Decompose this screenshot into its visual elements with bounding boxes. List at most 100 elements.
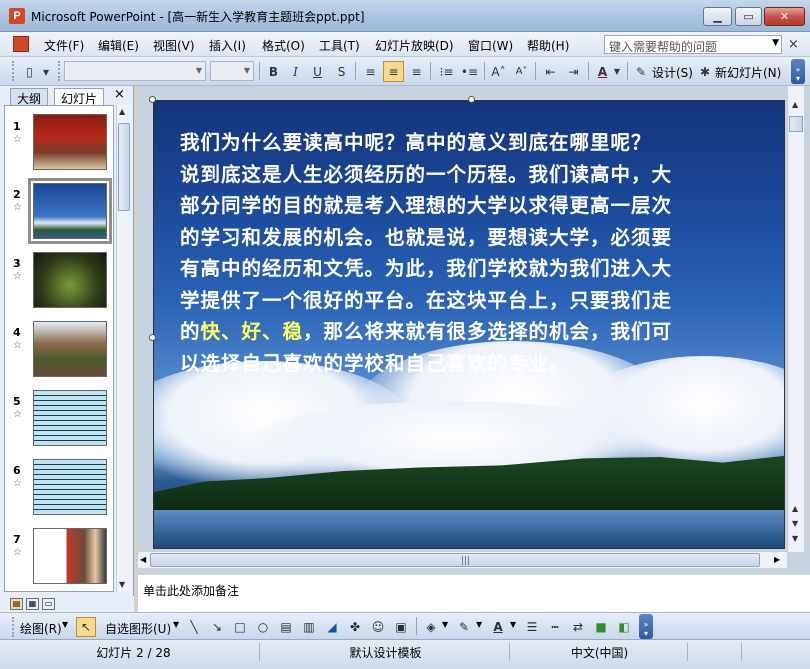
tab-outline[interactable]: 大纲 — [10, 88, 49, 106]
vertical-textbox-icon[interactable]: ▥ — [299, 617, 319, 637]
slide-thumbnail[interactable] — [33, 459, 107, 515]
clipart-icon[interactable]: ☺ — [368, 617, 388, 637]
underline-icon[interactable]: U — [307, 61, 328, 82]
scroll-right-icon[interactable]: ▶ — [774, 555, 780, 564]
slideshow-icon[interactable]: ▭ — [42, 598, 55, 610]
chevron-down-icon[interactable]: ▼ — [510, 620, 516, 629]
increase-font-icon[interactable]: A˄ — [488, 61, 509, 82]
textbox-tool-icon[interactable]: ▤ — [276, 617, 296, 637]
rectangle-tool-icon[interactable]: □ — [230, 617, 250, 637]
resize-handle[interactable] — [468, 96, 475, 103]
minimize-button[interactable]: ▁ — [703, 7, 732, 26]
menu-view[interactable]: 视图(V) — [153, 37, 195, 54]
arrow-style-icon[interactable]: ⇄ — [568, 617, 588, 637]
next-slide-icon[interactable]: ▼ — [792, 534, 798, 543]
font-size-combo[interactable]: ▼ — [210, 61, 254, 81]
align-right-icon[interactable]: ≡ — [406, 61, 427, 82]
shadow-style-icon[interactable]: ■ — [591, 617, 611, 637]
chevron-down-icon[interactable]: ▼ — [241, 62, 253, 80]
menu-tools[interactable]: 工具(T) — [319, 37, 360, 54]
toolbar-options-icon[interactable]: » ▾ — [791, 59, 805, 84]
line-tool-icon[interactable]: ╲ — [184, 617, 204, 637]
thumbnail-scrollbar[interactable]: ▲ ▼ — [116, 105, 131, 592]
picture-icon[interactable]: ▣ — [391, 617, 411, 637]
document-icon[interactable] — [13, 36, 29, 52]
resize-handle[interactable] — [149, 96, 156, 103]
notes-placeholder[interactable]: 单击此处添加备注 — [143, 582, 239, 599]
fill-color-icon[interactable]: ◈ — [421, 617, 441, 637]
new-slide-button[interactable]: 新幻灯片(N) — [715, 64, 781, 81]
normal-view-icon[interactable]: ▤ — [10, 598, 23, 610]
line-style-icon[interactable]: ☰ — [522, 617, 542, 637]
menu-file[interactable]: 文件(F) — [44, 37, 84, 54]
slide-thumbnail[interactable] — [33, 252, 107, 308]
menu-format[interactable]: 格式(O) — [262, 37, 305, 54]
select-pointer-icon[interactable]: ↖ — [76, 617, 96, 637]
help-search-input[interactable]: 键入需要帮助的问题 ▼ — [604, 35, 782, 54]
align-left-icon[interactable]: ≡ — [360, 61, 381, 82]
autoshapes-button[interactable]: 自选图形(U) — [105, 620, 171, 637]
chevron-down-icon[interactable]: ▼ — [442, 620, 448, 629]
increase-indent-icon[interactable]: ⇥ — [563, 61, 584, 82]
slide-vertical-scrollbar[interactable]: ▲ ▲ ▼ ▼ — [787, 86, 804, 552]
numbering-icon[interactable]: ⁝≡ — [436, 61, 457, 82]
toolbar-grip[interactable] — [58, 61, 61, 81]
decrease-indent-icon[interactable]: ⇤ — [540, 61, 561, 82]
bullets-icon[interactable]: •≡ — [459, 61, 480, 82]
chevron-down-icon[interactable]: ▼ — [193, 62, 205, 80]
scroll-thumb[interactable] — [118, 123, 130, 211]
chevron-down-icon[interactable]: ▼ — [612, 61, 622, 82]
slide-thumbnail-selected[interactable] — [28, 178, 112, 244]
slide-thumbnail[interactable] — [33, 390, 107, 446]
wordart-icon[interactable]: ◢ — [322, 617, 342, 637]
font-color-icon[interactable]: A — [488, 617, 508, 637]
slide-thumbnail[interactable] — [33, 528, 107, 584]
previous-slide-icon[interactable]: ▲ — [792, 504, 798, 513]
scroll-down-icon[interactable]: ▼ — [792, 519, 798, 528]
italic-icon[interactable]: I — [285, 61, 306, 82]
scroll-thumb[interactable]: ||| — [150, 553, 760, 567]
decrease-font-icon[interactable]: A˅ — [511, 61, 532, 82]
font-name-combo[interactable]: ▼ — [64, 61, 206, 81]
slide-thumbnail[interactable] — [33, 114, 107, 170]
slide-thumbnail[interactable] — [33, 321, 107, 377]
chevron-down-icon[interactable]: ▼ — [476, 620, 482, 629]
scroll-left-icon[interactable]: ◀ — [140, 555, 146, 564]
bold-icon[interactable]: B — [263, 61, 284, 82]
menu-help[interactable]: 帮助(H) — [527, 37, 569, 54]
close-button[interactable]: ✕ — [764, 7, 805, 26]
scroll-up-icon[interactable]: ▲ — [119, 107, 125, 116]
draw-menu-button[interactable]: 绘图(R) — [20, 620, 62, 637]
menu-insert[interactable]: 插入(I) — [209, 37, 246, 54]
scroll-thumb[interactable] — [789, 116, 803, 132]
dash-style-icon[interactable]: ┅ — [545, 617, 565, 637]
chevron-down-icon[interactable]: ▼ — [772, 38, 779, 48]
toolbar-options-icon[interactable]: » ▾ — [639, 614, 653, 639]
slide-canvas[interactable]: 我们为什么要读高中呢？高中的意义到底在哪里呢？ 说到底这是人生必须经历的一个历程… — [153, 100, 785, 549]
resize-handle[interactable] — [149, 334, 156, 341]
close-pane-icon[interactable]: × — [114, 87, 125, 102]
slide-text-box[interactable]: 我们为什么要读高中呢？高中的意义到底在哪里呢？ 说到底这是人生必须经历的一个历程… — [180, 127, 770, 379]
new-document-icon[interactable]: ▯ — [19, 61, 40, 82]
close-document-icon[interactable]: × — [788, 37, 799, 52]
arrow-tool-icon[interactable]: ↘ — [207, 617, 227, 637]
3d-style-icon[interactable]: ◧ — [614, 617, 634, 637]
align-center-icon[interactable]: ≡ — [383, 61, 404, 82]
scroll-down-icon[interactable]: ▼ — [119, 580, 125, 589]
maximize-button[interactable]: ▭ — [735, 7, 762, 26]
shadow-icon[interactable]: S — [331, 61, 352, 82]
menu-edit[interactable]: 编辑(E) — [98, 37, 139, 54]
font-color-icon[interactable]: A — [592, 61, 613, 82]
toolbar-grip[interactable] — [12, 61, 15, 81]
chevron-down-icon[interactable]: ▼ — [173, 620, 179, 629]
design-button[interactable]: 设计(S) — [652, 64, 693, 81]
chevron-down-icon[interactable]: ▼ — [62, 620, 68, 629]
slide-horizontal-scrollbar[interactable]: ◀ ||| ▶ — [138, 551, 787, 568]
menu-slideshow[interactable]: 幻灯片放映(D) — [375, 37, 454, 54]
toolbar-overflow-icon[interactable]: ▾ — [39, 61, 53, 82]
toolbar-grip[interactable] — [12, 617, 15, 637]
menu-window[interactable]: 窗口(W) — [468, 37, 513, 54]
scroll-up-icon[interactable]: ▲ — [792, 100, 798, 109]
slide-sorter-icon[interactable]: ▦ — [26, 598, 39, 610]
oval-tool-icon[interactable]: ○ — [253, 617, 273, 637]
